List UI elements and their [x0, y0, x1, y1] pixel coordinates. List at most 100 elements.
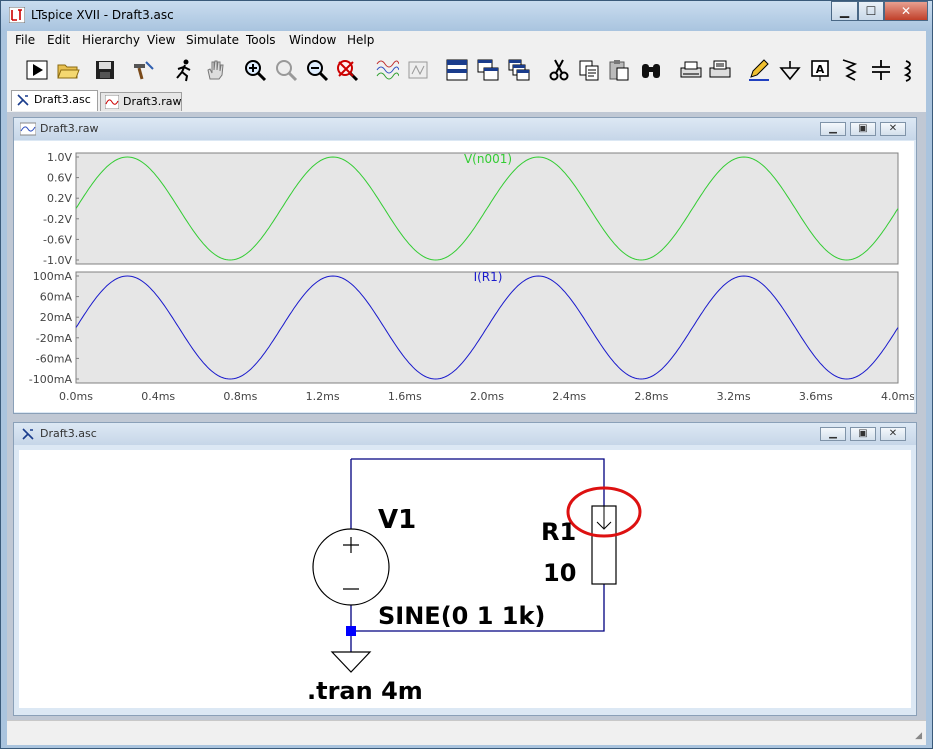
waveform-icon: [20, 122, 36, 136]
close-button[interactable]: ✕: [880, 427, 906, 441]
y-tick-label: -0.6V: [43, 233, 72, 246]
menu-view[interactable]: View: [147, 33, 175, 47]
y-tick-label: -1.0V: [43, 254, 72, 267]
y-tick-label: 0.6V: [47, 172, 72, 185]
autorange-icon[interactable]: [375, 58, 400, 82]
schematic-canvas[interactable]: V1 SINE(0 1 1k) R1 10 .tran 4m: [19, 450, 911, 708]
x-tick-label: 2.4ms: [552, 390, 586, 403]
x-tick-label: 3.6ms: [799, 390, 833, 403]
ground-symbol[interactable]: [330, 651, 372, 673]
resistor-icon[interactable]: [839, 58, 863, 82]
menu-window[interactable]: Window: [289, 33, 336, 47]
x-tick-label: 1.2ms: [306, 390, 340, 403]
resistor-r1[interactable]: [591, 505, 617, 585]
resize-grip-icon[interactable]: ◢: [915, 731, 922, 741]
menu-bar: File Edit Hierarchy View Simulate Tools …: [7, 31, 926, 50]
voltage-source-v1[interactable]: [312, 528, 390, 606]
tab-label: Draft3.asc: [34, 93, 91, 106]
x-tick-label: 1.6ms: [388, 390, 422, 403]
paste-icon[interactable]: [607, 58, 631, 82]
zoom-area-icon[interactable]: [274, 58, 298, 82]
source-name-label[interactable]: V1: [378, 505, 416, 535]
menu-file[interactable]: File: [15, 33, 35, 47]
y-tick-label: -60mA: [36, 352, 73, 365]
toolbar: A: [7, 50, 926, 91]
print-setup-icon[interactable]: [679, 58, 703, 82]
waveform-icon: [105, 95, 119, 109]
x-tick-label: 0.8ms: [223, 390, 257, 403]
save-icon[interactable]: [93, 58, 117, 82]
waveform-view-icon[interactable]: [406, 58, 430, 82]
y-tick-label: 0.2V: [47, 192, 72, 205]
menu-simulate[interactable]: Simulate: [186, 33, 239, 47]
tab-schematic[interactable]: Draft3.asc: [11, 90, 98, 111]
y-tick-label: -100mA: [29, 373, 73, 386]
cascade-icon[interactable]: [507, 58, 531, 82]
node-junction[interactable]: [346, 626, 356, 636]
menu-tools[interactable]: Tools: [246, 33, 276, 47]
waveform-window: Draft3.raw ▁ ▣ ✕ V(n001) I(R1) 1.0V 0.6V 0…: [13, 117, 917, 414]
zoom-in-icon[interactable]: [243, 58, 267, 82]
menu-edit[interactable]: Edit: [47, 33, 70, 47]
app-window: LTspice XVII - Draft3.asc ▁ ☐ ✕ File Edi…: [0, 0, 933, 749]
schematic-window: Draft3.asc ▁ ▣ ✕ V1 SINE(0 1 1k) R1 10 .…: [13, 422, 917, 716]
mdi-workspace: Draft3.raw ▁ ▣ ✕ V(n001) I(R1) 1.0V 0.6V 0…: [7, 112, 926, 720]
source-value-label[interactable]: SINE(0 1 1k): [378, 602, 545, 630]
spice-directive[interactable]: .tran 4m: [307, 677, 423, 705]
resistor-name-label[interactable]: R1: [541, 518, 576, 546]
status-bar: ◢: [7, 720, 926, 745]
y-tick-label: -0.2V: [43, 213, 72, 226]
pan-hand-icon[interactable]: [203, 58, 227, 82]
y-tick-label: 1.0V: [47, 151, 72, 164]
open-folder-icon[interactable]: [56, 58, 80, 82]
waveform-window-titlebar[interactable]: Draft3.raw ▁ ▣ ✕: [14, 118, 916, 140]
minimize-button[interactable]: ▁: [820, 427, 846, 441]
control-panel-icon[interactable]: [131, 58, 155, 82]
tab-waveform[interactable]: Draft3.raw: [100, 92, 182, 111]
window-title: LTspice XVII - Draft3.asc: [31, 8, 174, 22]
minimize-button[interactable]: ▁: [831, 1, 858, 21]
zoom-fit-icon[interactable]: [335, 58, 359, 82]
run-icon[interactable]: [25, 58, 49, 82]
x-tick-label: 0.4ms: [141, 390, 175, 403]
svg-text:A: A: [816, 63, 825, 76]
x-tick-label: 2.8ms: [634, 390, 668, 403]
draw-wire-pencil-icon[interactable]: [747, 58, 771, 82]
halt-runner-icon[interactable]: [172, 58, 196, 82]
ltspice-logo-icon: [9, 7, 25, 23]
document-tabs: Draft3.asc Draft3.raw: [7, 90, 926, 112]
y-tick-label: 60mA: [40, 291, 73, 304]
close-button[interactable]: ✕: [884, 1, 928, 21]
cut-scissors-icon[interactable]: [547, 58, 571, 82]
trace-label-voltage[interactable]: V(n001): [464, 152, 512, 166]
waveform-window-title: Draft3.raw: [40, 122, 99, 135]
restore-button[interactable]: ▣: [850, 427, 876, 441]
x-tick-label: 2.0ms: [470, 390, 504, 403]
close-button[interactable]: ✕: [880, 122, 906, 136]
menu-help[interactable]: Help: [347, 33, 374, 47]
zoom-out-icon[interactable]: [305, 58, 329, 82]
tile-vertical-icon[interactable]: [476, 58, 500, 82]
ground-icon[interactable]: [778, 58, 802, 82]
inductor-icon[interactable]: [900, 58, 918, 82]
menu-hierarchy[interactable]: Hierarchy: [82, 33, 140, 47]
minimize-button[interactable]: ▁: [820, 122, 846, 136]
schematic-window-title: Draft3.asc: [40, 427, 97, 440]
tile-horizontal-icon[interactable]: [445, 58, 469, 82]
y-tick-label: 100mA: [33, 270, 73, 283]
resistor-value-label[interactable]: 10: [543, 559, 576, 587]
title-bar: LTspice XVII - Draft3.asc ▁ ☐ ✕: [1, 1, 932, 31]
x-tick-label: 4.0ms: [881, 390, 914, 403]
find-binoculars-icon[interactable]: [639, 58, 663, 82]
net-label-icon[interactable]: A: [808, 58, 832, 82]
y-tick-label: 20mA: [40, 311, 73, 324]
schematic-window-titlebar[interactable]: Draft3.asc ▁ ▣ ✕: [14, 423, 916, 445]
waveform-plot[interactable]: V(n001) I(R1) 1.0V 0.6V 0.2V -0.2V -0.6V -1.0…: [14, 141, 914, 412]
copy-icon[interactable]: [577, 58, 601, 82]
trace-label-current[interactable]: I(R1): [474, 270, 503, 284]
restore-button[interactable]: ▣: [850, 122, 876, 136]
capacitor-icon[interactable]: [869, 58, 893, 82]
print-icon[interactable]: [708, 58, 732, 82]
maximize-button[interactable]: ☐: [858, 1, 884, 21]
tab-label: Draft3.raw: [123, 95, 182, 108]
